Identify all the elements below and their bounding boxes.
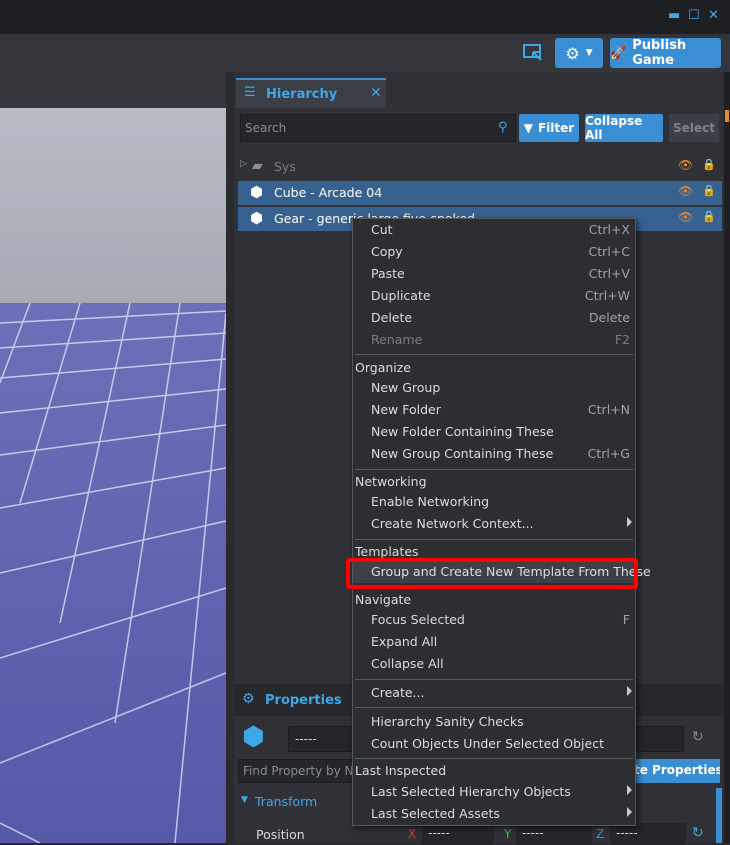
panel-divider[interactable] — [226, 72, 234, 843]
menu-separator — [355, 679, 633, 680]
cube-icon: ⬢ — [250, 209, 264, 227]
lock-icon[interactable]: 🔒 — [702, 184, 716, 197]
minimize-button[interactable]: ▬ — [668, 8, 680, 23]
visibility-icon[interactable]: 👁 — [678, 158, 693, 172]
gear-people-icon: ⚙ — [565, 43, 580, 63]
scene-viewport[interactable] — [0, 108, 226, 843]
menu-item-count-objects[interactable]: Count Objects Under Selected Object — [353, 733, 635, 755]
collapse-arrow-icon[interactable]: ▼ — [241, 795, 248, 805]
main-toolbar: ⚙ ▼ 🚀 Publish Game — [0, 34, 730, 72]
hierarchy-item-label: Cube - Arcade 04 — [274, 185, 383, 200]
menu-separator — [355, 707, 633, 708]
cube-icon: ⬢ — [242, 722, 265, 752]
menu-item-delete[interactable]: Delete Delete — [353, 307, 635, 329]
menu-item-collapse-all[interactable]: Collapse All — [353, 653, 635, 675]
hierarchy-tab-label: Hierarchy — [266, 87, 338, 102]
viewport-floor — [0, 303, 226, 843]
tab-hierarchy[interactable]: ☰ Hierarchy ✕ — [236, 78, 386, 108]
hierarchy-item-cube[interactable]: ⬢ Cube - Arcade 04 👁 🔒 — [238, 181, 722, 205]
x-axis-label: X — [408, 827, 417, 841]
tab-properties[interactable]: ⚙ Properties — [234, 684, 354, 716]
visibility-icon[interactable]: 👁 — [678, 184, 693, 198]
viewport-header — [0, 72, 232, 108]
cube-icon: ⬢ — [250, 183, 264, 201]
reset-icon[interactable]: ↻ — [692, 825, 704, 841]
menu-separator — [355, 469, 633, 470]
preview-window-icon[interactable] — [522, 42, 544, 62]
right-edge-strip — [724, 72, 730, 843]
filter-icon: ▼ — [523, 121, 533, 135]
floor-grid — [0, 303, 226, 843]
position-z-field[interactable]: ----- — [610, 823, 686, 845]
position-y-field[interactable]: ----- — [516, 823, 592, 845]
position-label: Position — [256, 827, 305, 842]
position-x-field[interactable]: ----- — [422, 823, 494, 845]
close-window-button[interactable]: ✕ — [708, 8, 719, 23]
menu-item-cut[interactable]: Cut Ctrl+X — [353, 219, 635, 241]
menu-item-new-folder-containing[interactable]: New Folder Containing These — [353, 421, 635, 443]
properties-tab-label: Properties — [265, 693, 342, 708]
search-input[interactable]: Search — [240, 114, 516, 142]
menu-header-last-inspected: Last Inspected — [355, 763, 447, 778]
filter-button[interactable]: ▼ Filter — [519, 114, 579, 142]
expand-arrow-icon[interactable]: ▷ — [240, 159, 247, 169]
y-axis-label: Y — [504, 827, 512, 841]
menu-item-duplicate[interactable]: Duplicate Ctrl+W — [353, 285, 635, 307]
menu-header-navigate: Navigate — [355, 592, 412, 607]
reset-icon[interactable]: ↻ — [692, 729, 704, 745]
hierarchy-list-icon: ☰ — [244, 85, 256, 100]
folder-icon: ▰ — [252, 158, 263, 174]
visibility-icon[interactable]: 👁 — [678, 210, 693, 224]
rocket-icon: 🚀 — [610, 45, 627, 61]
highlight-annotation — [346, 558, 638, 589]
menu-item-copy[interactable]: Copy Ctrl+C — [353, 241, 635, 263]
select-button[interactable]: Select — [669, 114, 719, 142]
find-property-input[interactable]: Find Property by Na — [238, 759, 358, 783]
menu-header-organize: Organize — [355, 360, 411, 375]
filter-label: Filter — [538, 121, 575, 135]
z-axis-label: Z — [596, 827, 605, 841]
menu-item-focus-selected[interactable]: Focus Selected F — [353, 609, 635, 631]
publish-game-button[interactable]: 🚀 Publish Game — [610, 38, 721, 68]
menu-item-paste[interactable]: Paste Ctrl+V — [353, 263, 635, 285]
menu-item-enable-networking[interactable]: Enable Networking — [353, 491, 635, 513]
lock-icon[interactable]: 🔒 — [702, 158, 716, 171]
scrollbar[interactable] — [716, 788, 722, 843]
menu-header-networking: Networking — [355, 474, 427, 489]
menu-header-templates: Templates — [355, 544, 419, 559]
menu-item-expand-all[interactable]: Expand All — [353, 631, 635, 653]
collapse-all-button[interactable]: Collapse All — [585, 114, 663, 142]
lock-icon[interactable]: 🔒 — [702, 210, 716, 223]
close-icon[interactable]: ✕ — [370, 85, 382, 101]
menu-separator — [355, 354, 633, 355]
menu-item-last-assets[interactable]: Last Selected Assets — [353, 803, 635, 825]
publish-game-label: Publish Game — [632, 38, 687, 68]
submenu-arrow-icon — [627, 686, 632, 696]
menu-item-last-hierarchy-objects[interactable]: Last Selected Hierarchy Objects — [353, 781, 635, 803]
gear-icon: ⚙ — [242, 691, 255, 707]
properties-action-button[interactable]: te Properties — [630, 759, 720, 783]
menu-item-new-group-containing[interactable]: New Group Containing These Ctrl+G — [353, 443, 635, 465]
viewport-sky — [0, 108, 226, 303]
submenu-arrow-icon — [627, 517, 632, 527]
hierarchy-item-label: Sys — [274, 159, 296, 174]
community-tools-button[interactable]: ⚙ ▼ — [555, 38, 603, 68]
title-bar: ▬ ☐ ✕ — [0, 0, 730, 34]
menu-item-sanity-checks[interactable]: Hierarchy Sanity Checks — [353, 711, 635, 733]
menu-item-rename[interactable]: Rename F2 — [353, 329, 635, 351]
submenu-arrow-icon — [627, 785, 632, 795]
chevron-down-icon: ▼ — [585, 48, 593, 58]
menu-separator — [355, 758, 633, 759]
submenu-arrow-icon — [627, 807, 632, 817]
menu-item-create-network-context[interactable]: Create Network Context... — [353, 513, 635, 535]
menu-item-new-group[interactable]: New Group — [353, 377, 635, 399]
transform-section-header[interactable]: Transform — [255, 794, 317, 809]
search-icon[interactable]: ⚲ — [498, 120, 508, 135]
hierarchy-item-sys[interactable]: ▷ ▰ Sys 👁 🔒 — [238, 155, 722, 179]
menu-item-create[interactable]: Create... — [353, 682, 635, 704]
menu-item-new-folder[interactable]: New Folder Ctrl+N — [353, 399, 635, 421]
context-menu: Cut Ctrl+X Copy Ctrl+C Paste Ctrl+V Duplica… — [352, 218, 651, 826]
menu-separator — [355, 539, 633, 540]
maximize-button[interactable]: ☐ — [688, 8, 700, 23]
